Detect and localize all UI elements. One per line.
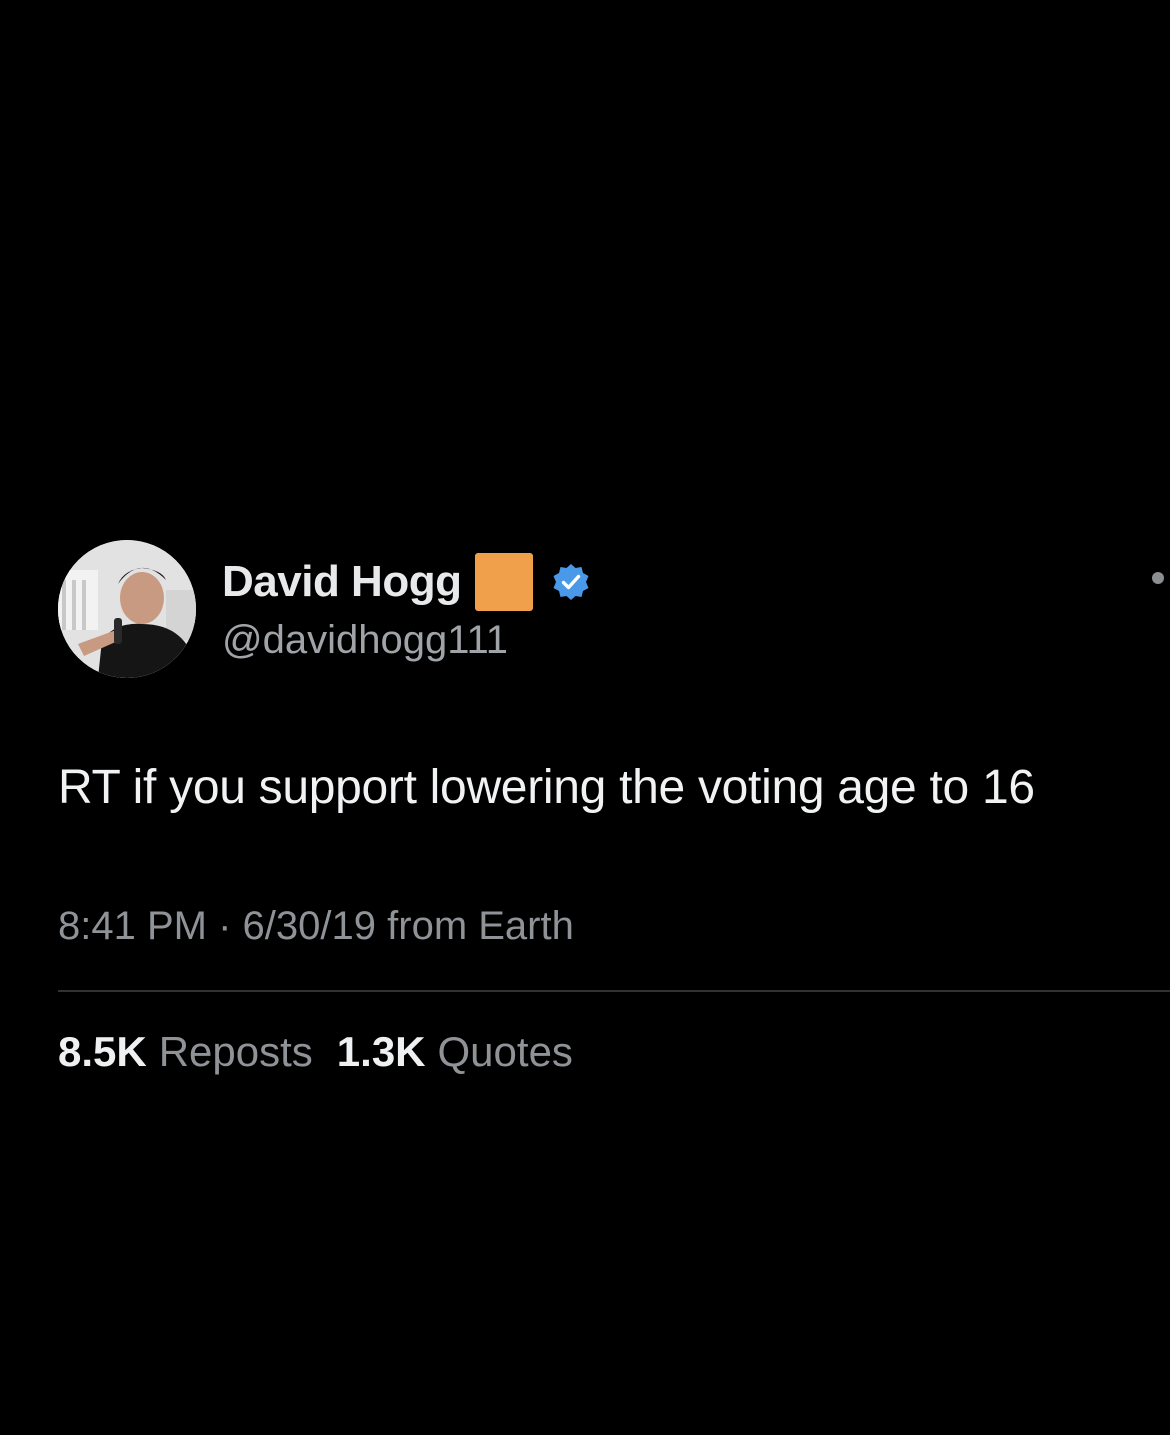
profile-photo-icon [58,540,196,678]
quotes-label: Quotes [437,1028,573,1075]
orange-square-emoji-icon [475,553,534,611]
engagement-stats: 8.5K Reposts 1.3K Quotes [58,1028,597,1076]
reposts-count: 8.5K [58,1028,147,1075]
reposts-label: Reposts [158,1028,313,1075]
author-display-name[interactable]: David Hogg [222,557,462,607]
more-options-icon[interactable] [1152,572,1164,584]
tweet-time[interactable]: 8:41 PM [58,904,207,948]
quotes-stat[interactable]: 1.3K Quotes [337,1028,573,1076]
divider [58,990,1170,992]
tweet-source: from Earth [387,904,574,948]
meta-separator: · [218,904,232,948]
verified-badge-icon[interactable] [551,562,591,602]
tweet-date[interactable]: 6/30/19 [243,904,376,948]
quotes-count: 1.3K [336,1028,426,1075]
tweet-detail: David Hogg @davidhogg111 RT if you suppo… [0,0,1170,1435]
author-handle[interactable]: @davidhogg111 [222,618,508,663]
tweet-text: RT if you support lowering the voting ag… [58,761,1035,814]
tweet-metadata: 8:41 PM · 6/30/19 from Earth [58,904,574,949]
reposts-stat[interactable]: 8.5K Reposts [58,1028,313,1076]
author-name-row: David Hogg [222,552,591,612]
avatar[interactable] [58,540,196,678]
